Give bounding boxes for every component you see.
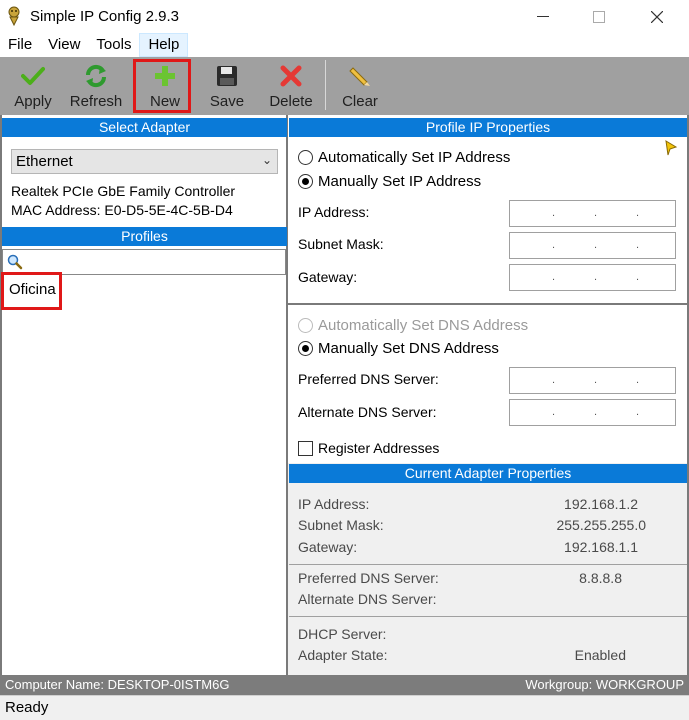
current-gateway-label: Gateway: <box>298 539 358 555</box>
auto-dns-radio[interactable]: Automatically Set DNS Address <box>298 317 528 334</box>
left-panel <box>0 115 288 675</box>
profile-ip-header: Profile IP Properties <box>289 118 687 137</box>
profiles-header: Profiles <box>2 227 287 246</box>
chevron-down-icon: ⌄ <box>261 153 272 167</box>
radio-button-selected <box>298 341 313 356</box>
status-bar: Ready <box>0 695 689 720</box>
dhcp-server-label: DHCP Server: <box>298 626 387 642</box>
refresh-button[interactable]: Refresh <box>68 57 124 115</box>
new-button-highlight <box>133 59 191 113</box>
menu-bar: File View Tools Help <box>0 33 689 57</box>
search-icon <box>7 254 23 270</box>
radio-button-selected <box>298 174 313 189</box>
current-ip-label: IP Address: <box>298 496 370 512</box>
checkmark-icon <box>18 61 48 91</box>
current-adapter-panel <box>288 463 689 675</box>
current-ip-value: 192.168.1.2 <box>564 496 638 512</box>
adapter-description: Realtek PCIe GbE Family Controller <box>11 183 236 199</box>
ip-address-input[interactable]: ... <box>509 200 676 227</box>
adapter-dropdown[interactable]: Ethernet ⌄ <box>11 149 278 174</box>
preferred-dns-input[interactable]: ... <box>509 367 676 394</box>
floppy-disk-icon <box>212 61 242 91</box>
workgroup: Workgroup: WORKGROUP <box>525 677 684 692</box>
pencil-eraser-icon <box>345 61 375 91</box>
minimize-button[interactable] <box>520 0 566 33</box>
current-alternate-dns-label: Alternate DNS Server: <box>298 591 437 607</box>
gateway-input[interactable]: ... <box>509 264 676 291</box>
manual-ip-radio[interactable]: Manually Set IP Address <box>298 173 481 190</box>
auto-ip-label: Automatically Set IP Address <box>318 149 511 166</box>
app-icon <box>8 6 20 26</box>
clear-button[interactable]: Clear <box>340 57 380 115</box>
manual-dns-label: Manually Set DNS Address <box>318 340 499 357</box>
window-title: Simple IP Config 2.9.3 <box>30 8 179 25</box>
menu-view[interactable]: View <box>40 33 88 57</box>
radio-button-disabled <box>298 318 313 333</box>
adapter-dropdown-value: Ethernet <box>16 153 73 170</box>
save-button[interactable]: Save <box>205 57 249 115</box>
toolbar-separator <box>325 60 326 110</box>
current-subnet-value: 255.255.255.0 <box>556 517 646 533</box>
refresh-label: Refresh <box>69 93 123 110</box>
adapter-state-value: Enabled <box>574 647 626 663</box>
save-label: Save <box>209 93 245 110</box>
delete-button[interactable]: Delete <box>266 57 316 115</box>
current-adapter-header: Current Adapter Properties <box>289 464 687 483</box>
alternate-dns-input[interactable]: ... <box>509 399 676 426</box>
register-addresses-checkbox[interactable]: Register Addresses <box>298 440 439 456</box>
apply-button[interactable]: Apply <box>10 57 56 115</box>
checkbox <box>298 440 313 456</box>
refresh-icon <box>81 61 111 91</box>
status-text: Ready <box>5 699 49 716</box>
manual-dns-radio[interactable]: Manually Set DNS Address <box>298 340 499 357</box>
current-preferred-dns-value: 8.8.8.8 <box>579 570 622 586</box>
auto-ip-radio[interactable]: Automatically Set IP Address <box>298 149 510 166</box>
clear-label: Clear <box>342 93 378 110</box>
ip-address-label: IP Address: <box>298 204 370 220</box>
register-addresses-label: Register Addresses <box>318 440 440 456</box>
subnet-mask-input[interactable]: ... <box>509 232 676 259</box>
radio-button <box>298 150 313 165</box>
toolbar: Apply Refresh New Save Delete Clear <box>0 57 689 156</box>
maximize-button[interactable] <box>576 0 622 33</box>
current-subnet-label: Subnet Mask: <box>298 517 384 533</box>
select-adapter-header: Select Adapter <box>2 118 287 137</box>
preferred-dns-label: Preferred DNS Server: <box>298 371 439 387</box>
divider <box>289 616 687 617</box>
menu-help[interactable]: Help <box>139 33 189 57</box>
mac-address: MAC Address: E0-D5-5E-4C-5B-D4 <box>11 202 233 218</box>
title-bar: Simple IP Config 2.9.3 <box>0 0 689 33</box>
apply-label: Apply <box>14 93 52 110</box>
alternate-dns-label: Alternate DNS Server: <box>298 404 437 420</box>
profile-item-highlight <box>1 272 62 310</box>
gateway-label: Gateway: <box>298 269 358 285</box>
current-gateway-value: 192.168.1.1 <box>564 539 638 555</box>
adapter-state-label: Adapter State: <box>298 647 388 663</box>
menu-file[interactable]: File <box>0 33 40 57</box>
delete-x-icon <box>276 61 306 91</box>
close-button[interactable] <box>634 0 680 33</box>
computer-name: Computer Name: DESKTOP-0ISTM6G <box>5 677 230 692</box>
current-preferred-dns-label: Preferred DNS Server: <box>298 570 439 586</box>
divider <box>289 564 687 565</box>
auto-dns-label: Automatically Set DNS Address <box>318 317 529 334</box>
info-bar: Computer Name: DESKTOP-0ISTM6G Workgroup… <box>0 675 689 695</box>
delete-label: Delete <box>269 93 313 110</box>
subnet-mask-label: Subnet Mask: <box>298 236 384 252</box>
manual-ip-label: Manually Set IP Address <box>318 173 482 190</box>
menu-tools[interactable]: Tools <box>88 33 139 57</box>
